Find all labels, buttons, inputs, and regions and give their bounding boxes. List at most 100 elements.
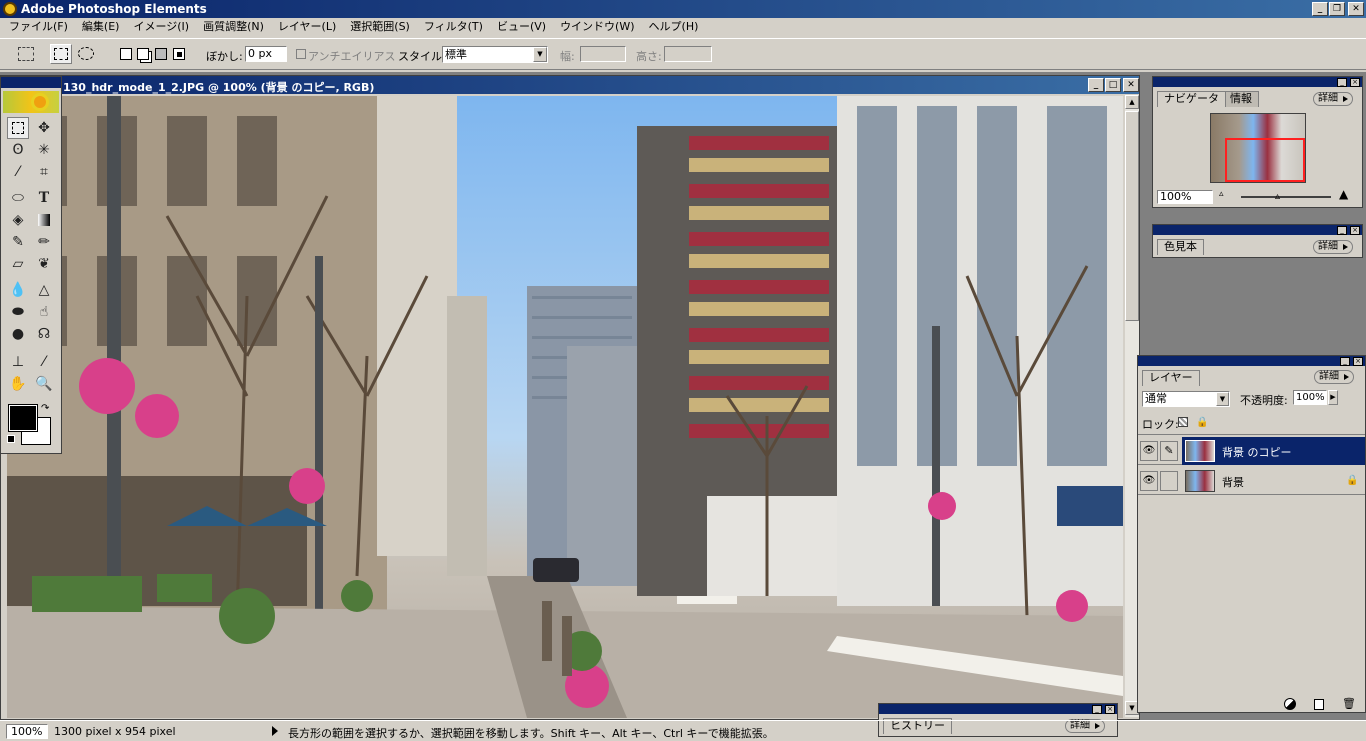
menu-enhance[interactable]: 画質調整(N) bbox=[196, 18, 271, 36]
menu-image[interactable]: イメージ(I) bbox=[126, 18, 196, 36]
document-window[interactable]: 130_hdr_mode_1_2.JPG @ 100% (背景 のコピー, RG… bbox=[0, 75, 1140, 720]
intersect-selection-icon[interactable] bbox=[173, 48, 185, 60]
lock-all-icon[interactable]: 🔒 bbox=[1196, 417, 1208, 428]
swap-colors-icon[interactable]: ↷ bbox=[41, 403, 49, 414]
paint-bucket-tool-icon[interactable]: ◈ bbox=[7, 209, 29, 231]
chevron-down-icon[interactable]: ▼ bbox=[533, 47, 547, 62]
pencil-tool-icon[interactable]: ✏ bbox=[33, 231, 55, 253]
opacity-arrow-icon[interactable]: ▶ bbox=[1328, 390, 1338, 405]
feather-input[interactable]: 0 px bbox=[245, 46, 287, 62]
menu-select[interactable]: 選択範囲(S) bbox=[343, 18, 417, 36]
restore-button[interactable]: ❐ bbox=[1329, 2, 1345, 16]
scroll-thumb[interactable] bbox=[1125, 111, 1139, 321]
blend-mode-select[interactable]: 通常 ▼ bbox=[1142, 391, 1230, 407]
eraser-tool-icon[interactable]: ▱ bbox=[7, 253, 29, 275]
eye-icon[interactable]: 👁 bbox=[1140, 471, 1158, 491]
navigator-view-box[interactable] bbox=[1225, 138, 1305, 182]
menu-file[interactable]: ファイル(F) bbox=[2, 18, 75, 36]
history-minimize-button[interactable]: _ bbox=[1092, 705, 1102, 714]
tab-swatches[interactable]: 色見本 bbox=[1157, 239, 1204, 255]
smudge-tool-icon[interactable]: ☝ bbox=[33, 301, 55, 323]
new-adjustment-layer-icon[interactable] bbox=[1284, 698, 1296, 710]
magic-wand-tool-icon[interactable]: ✳ bbox=[33, 139, 55, 161]
lasso-tool-icon[interactable]: ʘ bbox=[7, 139, 29, 161]
layers-title-bar[interactable]: _ × bbox=[1138, 356, 1365, 366]
doc-maximize-button[interactable]: □ bbox=[1105, 78, 1121, 92]
brush-link-icon[interactable]: ✎ bbox=[1160, 441, 1178, 461]
tab-navigator[interactable]: ナビゲータ bbox=[1157, 91, 1226, 107]
menu-window[interactable]: ウインドウ(W) bbox=[553, 18, 641, 36]
close-button[interactable]: ✕ bbox=[1348, 2, 1364, 16]
gradient-tool-icon[interactable] bbox=[33, 209, 55, 231]
new-selection-icon[interactable] bbox=[120, 48, 132, 60]
selection-brush-tool-icon[interactable]: ⁄ bbox=[7, 161, 29, 183]
layers-close-button[interactable]: × bbox=[1353, 357, 1363, 366]
layers-detail-button[interactable]: 詳細 bbox=[1314, 370, 1354, 384]
zoom-slider-thumb-icon[interactable]: ▵ bbox=[1275, 191, 1280, 202]
dodge-tool-icon[interactable]: ● bbox=[7, 323, 29, 345]
sunflower-logo-icon[interactable] bbox=[3, 91, 59, 113]
navigator-thumbnail[interactable] bbox=[1210, 113, 1306, 183]
height-input[interactable] bbox=[664, 46, 712, 62]
zoom-in-icon[interactable]: ▲ bbox=[1339, 187, 1348, 201]
burn-tool-icon[interactable]: ☊ bbox=[33, 323, 55, 345]
blend-mode-chevron-down-icon[interactable]: ▼ bbox=[1216, 392, 1229, 406]
brush-tool-icon[interactable]: ✎ bbox=[7, 231, 29, 253]
swatches-minimize-button[interactable]: _ bbox=[1337, 226, 1347, 235]
zoom-tool-icon[interactable]: 🔍 bbox=[33, 373, 55, 395]
tab-layers[interactable]: レイヤー bbox=[1142, 370, 1200, 386]
swatches-close-button[interactable]: × bbox=[1350, 226, 1360, 235]
swatches-detail-button[interactable]: 詳細 bbox=[1313, 240, 1353, 254]
menu-filter[interactable]: フィルタ(T) bbox=[417, 18, 490, 36]
default-colors-icon[interactable] bbox=[7, 435, 15, 443]
style-select[interactable]: 標準 ▼ bbox=[442, 46, 548, 63]
ellipse-marquee-option[interactable] bbox=[78, 47, 94, 60]
menu-edit[interactable]: 編集(E) bbox=[75, 18, 127, 36]
history-close-button[interactable]: × bbox=[1105, 705, 1115, 714]
navigator-detail-button[interactable]: 詳細 bbox=[1313, 92, 1353, 106]
menu-layer[interactable]: レイヤー(L) bbox=[271, 18, 343, 36]
doc-close-button[interactable]: ✕ bbox=[1123, 78, 1139, 92]
navigator-close-button[interactable]: × bbox=[1350, 78, 1360, 87]
lock-transparency-icon[interactable] bbox=[1178, 417, 1188, 427]
sharpen-tool-icon[interactable]: △ bbox=[33, 279, 55, 301]
navigator-minimize-button[interactable]: _ bbox=[1337, 78, 1347, 87]
navigator-title-bar[interactable]: _ × bbox=[1153, 77, 1362, 87]
tool-preset-marquee-icon[interactable] bbox=[18, 47, 34, 61]
width-input[interactable] bbox=[580, 46, 626, 62]
menu-view[interactable]: ビュー(V) bbox=[490, 18, 553, 36]
trash-icon[interactable]: 🗑 bbox=[1342, 697, 1356, 710]
rect-marquee-option[interactable] bbox=[50, 44, 72, 64]
new-layer-icon[interactable] bbox=[1314, 699, 1324, 710]
eyedropper-tool-icon[interactable]: ⁄ bbox=[33, 351, 55, 373]
status-zoom-field[interactable]: 100% bbox=[6, 724, 48, 739]
blur-tool-icon[interactable]: 💧 bbox=[7, 279, 29, 301]
swatches-title-bar[interactable]: _ × bbox=[1153, 225, 1362, 235]
subtract-selection-icon[interactable] bbox=[155, 48, 167, 60]
opacity-input[interactable]: 100% bbox=[1293, 390, 1327, 405]
impressionist-brush-tool-icon[interactable]: ❦ bbox=[33, 253, 55, 275]
scroll-up-button[interactable]: ▲ bbox=[1125, 95, 1139, 109]
eye-icon[interactable]: 👁 bbox=[1140, 441, 1158, 461]
status-menu-arrow-icon[interactable] bbox=[272, 726, 278, 736]
sponge-tool-icon[interactable]: ⬬ bbox=[7, 301, 29, 323]
document-title-bar[interactable]: 130_hdr_mode_1_2.JPG @ 100% (背景 のコピー, RG… bbox=[1, 76, 1139, 94]
minimize-button[interactable]: _ bbox=[1312, 2, 1328, 16]
move-tool-icon[interactable]: ✥ bbox=[33, 117, 55, 139]
crop-tool-icon[interactable]: ⌗ bbox=[33, 161, 55, 183]
zoom-out-icon[interactable]: ▵ bbox=[1219, 189, 1224, 199]
doc-minimize-button[interactable]: _ bbox=[1088, 78, 1104, 92]
antialias-checkbox[interactable] bbox=[296, 49, 306, 59]
link-box-icon[interactable] bbox=[1160, 471, 1178, 491]
type-tool-icon[interactable]: T bbox=[33, 187, 55, 209]
hand-tool-icon[interactable]: ✋ bbox=[7, 373, 29, 395]
layers-minimize-button[interactable]: _ bbox=[1340, 357, 1350, 366]
clone-stamp-tool-icon[interactable]: ⊥ bbox=[7, 351, 29, 373]
toolbox-title-bar[interactable] bbox=[1, 77, 61, 88]
layer-row[interactable]: 👁 背景 🔒 bbox=[1138, 467, 1365, 495]
zoom-slider[interactable] bbox=[1241, 196, 1331, 198]
layer-row-selected[interactable]: 👁 ✎ 背景 のコピー bbox=[1138, 437, 1365, 465]
foreground-color-swatch[interactable] bbox=[8, 404, 38, 432]
history-title-bar[interactable]: _ × bbox=[879, 704, 1117, 714]
rectangular-marquee-tool-icon[interactable] bbox=[7, 117, 29, 139]
